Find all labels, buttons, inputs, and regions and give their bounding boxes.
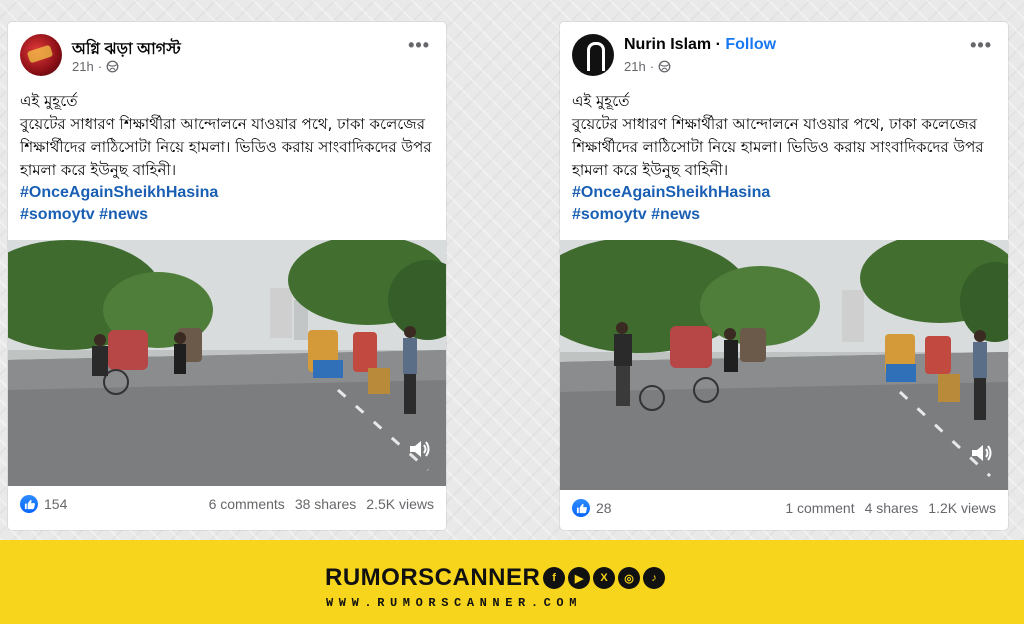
comments-count[interactable]: 1 comment: [785, 500, 854, 516]
follow-button[interactable]: Follow: [725, 36, 776, 53]
author-name-text[interactable]: অগ্নি ঝড়া আগস্ট: [72, 41, 181, 58]
website-url[interactable]: WWW.RUMORSCANNER.COM: [326, 596, 698, 610]
video-frame: [560, 240, 1008, 490]
post-time[interactable]: 21h: [72, 59, 94, 74]
like-icon[interactable]: [20, 495, 38, 513]
shares-count[interactable]: 38 shares: [295, 496, 356, 512]
post-body: বুয়েটের সাধারণ শিক্ষার্থীরা আন্দোলনে যা…: [20, 115, 432, 179]
x-icon[interactable]: X: [593, 567, 616, 589]
video-player[interactable]: [560, 240, 1008, 490]
post-footer: 154 6 comments 38 shares 2.5K views: [20, 492, 434, 516]
shares-count[interactable]: 4 shares: [865, 500, 919, 516]
post-time[interactable]: 21h: [624, 59, 646, 74]
author-name[interactable]: Nurin Islam · Follow: [624, 36, 776, 54]
video-frame: [8, 240, 446, 486]
hashtag-link-1[interactable]: #OnceAgainSheikhHasina: [572, 182, 998, 204]
post-header: অগ্নি ঝড়া আগস্ট 21h · •••: [20, 34, 436, 80]
reaction-count[interactable]: 28: [596, 500, 612, 516]
instagram-icon[interactable]: ◎: [618, 567, 641, 589]
globe-icon: [106, 60, 119, 73]
social-icons: f ▶ X ◎ ♪: [543, 567, 666, 589]
hashtag-link-2[interactable]: #somoytv #news: [20, 204, 436, 226]
brand-logo: RUMORSCANNER f ▶ X ◎ ♪: [325, 564, 666, 592]
like-icon[interactable]: [572, 499, 590, 517]
reaction-count[interactable]: 154: [44, 496, 67, 512]
hashtag-link-2[interactable]: #somoytv #news: [572, 204, 998, 226]
facebook-icon[interactable]: f: [543, 567, 566, 589]
video-player[interactable]: [8, 240, 446, 486]
brand-banner: RUMORSCANNER f ▶ X ◎ ♪ WWW.RUMORSCANNER.…: [0, 540, 1024, 624]
post-text: এই মুহূর্তে বুয়েটের সাধারণ শিক্ষার্থীরা…: [572, 90, 998, 226]
post-body: বুয়েটের সাধারণ শিক্ষার্থীরা আন্দোলনে যা…: [572, 115, 984, 179]
post-header: Nurin Islam · Follow 21h · •••: [572, 34, 998, 80]
post-line-1: এই মুহূর্তে: [20, 92, 78, 110]
avatar[interactable]: [572, 34, 614, 76]
post-footer: 28 1 comment 4 shares 1.2K views: [572, 496, 996, 520]
hashtag-link-1[interactable]: #OnceAgainSheikhHasina: [20, 182, 436, 204]
facebook-post-left: অগ্নি ঝড়া আগস্ট 21h · ••• এই মুহূর্তে ব…: [8, 22, 446, 530]
post-meta: 21h ·: [72, 59, 119, 74]
avatar[interactable]: [20, 34, 62, 76]
views-count: 1.2K views: [928, 500, 996, 516]
post-meta: 21h ·: [624, 59, 671, 74]
volume-icon[interactable]: [970, 442, 994, 464]
brand-name: RUMORSCANNER: [325, 564, 541, 591]
views-count: 2.5K views: [366, 496, 434, 512]
more-options-icon[interactable]: •••: [970, 36, 992, 54]
comments-count[interactable]: 6 comments: [209, 496, 285, 512]
post-line-1: এই মুহূর্তে: [572, 92, 630, 110]
tiktok-icon[interactable]: ♪: [643, 567, 666, 589]
author-name-text[interactable]: Nurin Islam: [624, 36, 711, 53]
post-text: এই মুহূর্তে বুয়েটের সাধারণ শিক্ষার্থীরা…: [20, 90, 436, 226]
globe-icon: [658, 60, 671, 73]
volume-icon[interactable]: [408, 438, 432, 460]
youtube-icon[interactable]: ▶: [568, 567, 591, 589]
more-options-icon[interactable]: •••: [408, 36, 430, 54]
facebook-post-right: Nurin Islam · Follow 21h · ••• এই মুহূর্…: [560, 22, 1008, 530]
